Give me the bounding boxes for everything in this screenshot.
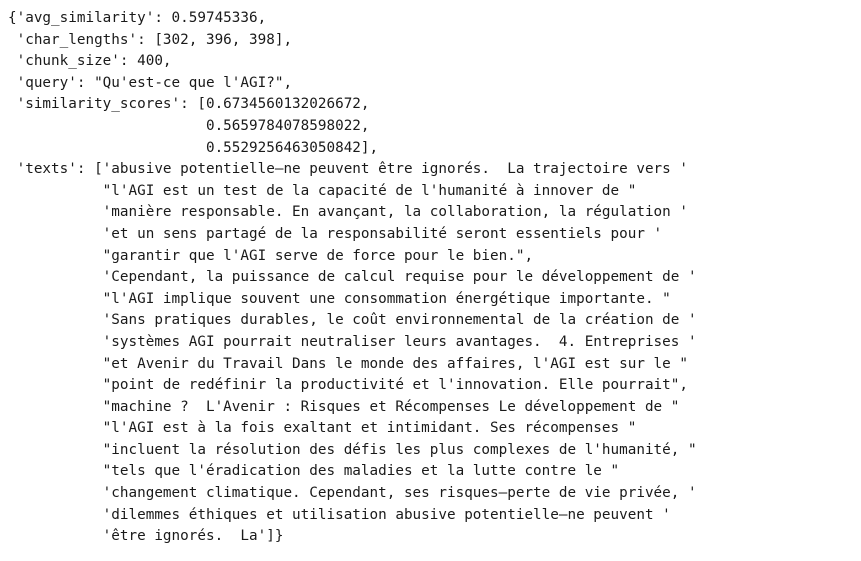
output-line-text: 'manière responsable. En avançant, la co… bbox=[8, 204, 688, 221]
notebook-output-area: {'avg_similarity': 0.59745336, 'char_len… bbox=[0, 0, 861, 561]
output-line-text: "et Avenir du Travail Dans le monde des … bbox=[8, 355, 688, 372]
output-line-text: "garantir que l'AGI serve de force pour … bbox=[8, 247, 534, 264]
output-line-similarity-scores: 'similarity_scores': [0.6734560132026672… bbox=[8, 96, 370, 113]
output-line-query: 'query': "Qu'est-ce que l'AGI?", bbox=[8, 74, 293, 91]
output-line-avg-similarity: {'avg_similarity': 0.59745336, bbox=[8, 10, 267, 26]
output-line-similarity-score-2: 0.5659784078598022, bbox=[8, 117, 370, 134]
dict-output: {'avg_similarity': 0.59745336, 'char_len… bbox=[8, 8, 697, 548]
output-line-text: 'dilemmes éthiques et utilisation abusiv… bbox=[8, 506, 671, 523]
output-line-text: 'systèmes AGI pourrait neutraliser leurs… bbox=[8, 333, 697, 350]
output-line-text: 'Cependant, la puissance de calcul requi… bbox=[8, 269, 697, 286]
output-line-text-end: 'être ignorés. La']} bbox=[8, 528, 284, 545]
output-line-text: "l'AGI implique souvent une consommation… bbox=[8, 290, 671, 307]
output-line-char-lengths: 'char_lengths': [302, 396, 398], bbox=[8, 31, 293, 48]
output-line-texts: 'texts': ['abusive potentielle—ne peuven… bbox=[8, 161, 688, 178]
output-line-text: 'Sans pratiques durables, le coût enviro… bbox=[8, 312, 697, 329]
output-line-similarity-score-3: 0.5529256463050842], bbox=[8, 139, 379, 156]
output-line-text: 'changement climatique. Cependant, ses r… bbox=[8, 485, 697, 502]
output-line-text: "machine ? L'Avenir : Risques et Récompe… bbox=[8, 398, 680, 415]
output-line-chunk-size: 'chunk_size': 400, bbox=[8, 53, 172, 70]
output-line-text: "point de redéfinir la productivité et l… bbox=[8, 377, 688, 394]
output-line-text: "l'AGI est un test de la capacité de l'h… bbox=[8, 182, 637, 199]
output-line-text: "incluent la résolution des défis les pl… bbox=[8, 441, 697, 458]
output-line-text: "tels que l'éradication des maladies et … bbox=[8, 463, 620, 480]
output-line-text: "l'AGI est à la fois exaltant et intimid… bbox=[8, 420, 637, 437]
output-line-text: 'et un sens partagé de la responsabilité… bbox=[8, 225, 663, 242]
